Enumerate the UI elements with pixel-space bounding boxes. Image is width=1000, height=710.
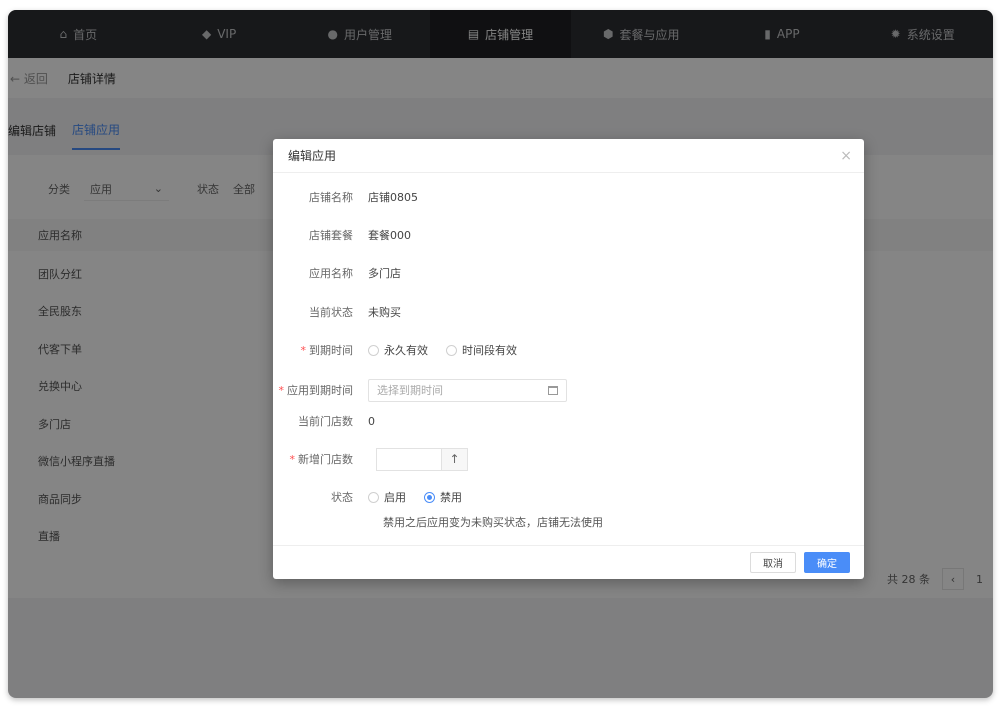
form-row-app-name: 应用名称 多门店 — [273, 263, 401, 283]
store-count-value: 0 — [368, 414, 375, 428]
radio-circle[interactable] — [368, 344, 379, 356]
expire-type-label-text: 到期时间 — [309, 344, 353, 357]
current-status-value: 未购买 — [368, 306, 401, 319]
radio-period-label: 时间段有效 — [462, 344, 517, 357]
required-mark: * — [300, 344, 307, 357]
dialog-footer: 取消 确定 — [273, 545, 864, 579]
confirm-button[interactable]: 确定 — [804, 552, 850, 573]
expire-date-picker[interactable]: 选择到期时间 — [368, 378, 567, 402]
form-row-store-name: 店铺名称 店铺0805 — [273, 187, 418, 207]
radio-disable-label: 禁用 — [440, 491, 462, 504]
app-name-label: 应用名称 — [309, 267, 353, 280]
new-store-stepper: ↑ — [376, 447, 468, 471]
date-placeholder: 选择到期时间 — [377, 384, 443, 397]
new-store-label: * 新增门店数 — [273, 451, 368, 467]
store-name-label: 店铺名称 — [309, 191, 353, 204]
form-row-app-expire-date: * 应用到期时间 选择到期时间 — [273, 378, 567, 402]
form-row-store-count: 当前门店数 0 — [273, 411, 375, 431]
dialog-title: 编辑应用 — [288, 149, 337, 163]
radio-permanent-label: 永久有效 — [384, 344, 428, 357]
store-count-label: 当前门店数 — [298, 415, 353, 428]
radio-circle[interactable] — [446, 344, 457, 356]
radio-disable[interactable]: 禁用 — [424, 489, 462, 505]
new-store-input[interactable] — [376, 447, 441, 471]
form-row-current-status: 当前状态 未购买 — [273, 302, 401, 322]
form-row-expire-type: * 到期时间 永久有效 时间段有效 — [273, 340, 535, 360]
current-status-label: 当前状态 — [309, 306, 353, 319]
radio-enable[interactable]: 启用 — [368, 489, 406, 505]
app-name-value: 多门店 — [368, 267, 401, 280]
arrow-up-icon[interactable]: ↑ — [441, 447, 468, 471]
radio-period[interactable]: 时间段有效 — [446, 342, 517, 358]
package-value: 套餐000 — [368, 229, 411, 242]
required-mark: * — [289, 453, 296, 466]
dialog-header: 编辑应用 × — [273, 139, 864, 173]
store-name-value: 店铺0805 — [368, 191, 418, 204]
state-label: 状态 — [331, 491, 353, 504]
app-expire-label: * 应用到期时间 — [273, 382, 368, 398]
disable-hint: 禁用之后应用变为未购买状态，店铺无法使用 — [383, 516, 603, 529]
radio-enable-label: 启用 — [384, 491, 406, 504]
form-row-package: 店铺套餐 套餐000 — [273, 225, 411, 245]
close-icon[interactable]: × — [840, 148, 852, 164]
form-row-state: 状态 启用 禁用 — [273, 487, 480, 507]
edit-app-dialog: 编辑应用 × 店铺名称 店铺0805 店铺套餐 套餐000 应用名称 多门店 当… — [273, 139, 864, 579]
form-row-new-stores: * 新增门店数 ↑ — [273, 447, 468, 471]
cancel-button[interactable]: 取消 — [750, 552, 796, 573]
radio-circle[interactable] — [368, 491, 379, 503]
calendar-icon — [548, 385, 558, 395]
expire-type-label: * 到期时间 — [273, 342, 368, 358]
app-window: ⌂ 首页 ◆ VIP ● 用户管理 ▤ 店铺管理 ⬢ 套餐与应用 ▮ APP ✹ 系统设置 ←… — [8, 10, 993, 698]
radio-circle-selected[interactable] — [424, 491, 435, 503]
required-mark: * — [278, 384, 285, 397]
edit-app-form: 店铺名称 店铺0805 店铺套餐 套餐000 应用名称 多门店 当前状态 未购买… — [273, 173, 864, 545]
package-label: 店铺套餐 — [309, 229, 353, 242]
new-store-label-text: 新增门店数 — [298, 453, 353, 466]
form-row-hint: 禁用之后应用变为未购买状态，店铺无法使用 — [383, 512, 603, 532]
app-expire-label-text: 应用到期时间 — [287, 384, 353, 397]
radio-permanent[interactable]: 永久有效 — [368, 342, 428, 358]
